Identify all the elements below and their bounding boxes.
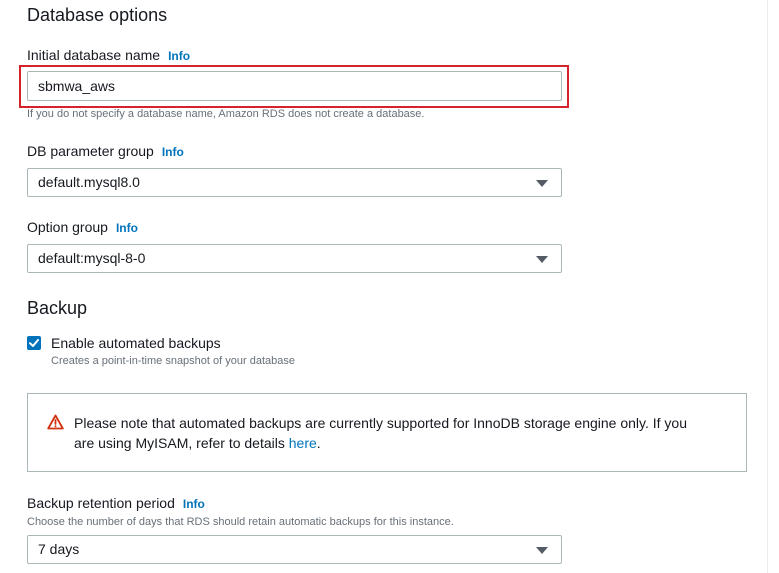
option-group-value: default:mysql-8-0 bbox=[38, 250, 146, 266]
backup-retention-label-text: Backup retention period bbox=[27, 495, 175, 511]
backup-retention-hint: Choose the number of days that RDS shoul… bbox=[27, 516, 454, 528]
option-group-info-link[interactable]: Info bbox=[116, 221, 138, 235]
enable-automated-backups-description: Creates a point-in-time snapshot of your… bbox=[51, 355, 295, 367]
backup-retention-info-link[interactable]: Info bbox=[183, 497, 205, 511]
alert-line-2-prefix: are using MyISAM, refer to details bbox=[74, 435, 289, 451]
initial-db-name-info-link[interactable]: Info bbox=[168, 49, 190, 63]
backup-retention-value: 7 days bbox=[38, 541, 80, 557]
section-title-backup: Backup bbox=[27, 298, 88, 318]
alert-line-1: Please note that automated backups are c… bbox=[74, 415, 688, 431]
innodb-warning-alert: Please note that automated backups are c… bbox=[27, 393, 747, 472]
option-group-label: Option group Info bbox=[27, 219, 138, 235]
option-group-select[interactable]: default:mysql-8-0 bbox=[27, 244, 562, 273]
initial-db-name-label-text: Initial database name bbox=[27, 47, 161, 63]
initial-db-name-hint: If you do not specify a database name, A… bbox=[27, 108, 425, 120]
backup-retention-select[interactable]: 7 days bbox=[27, 535, 562, 564]
enable-automated-backups-label[interactable]: Enable automated backups bbox=[51, 335, 221, 351]
backup-retention-label: Backup retention period Info bbox=[27, 495, 205, 511]
initial-db-name-input[interactable] bbox=[28, 72, 561, 100]
checkmark-icon bbox=[29, 339, 39, 347]
warning-icon bbox=[47, 414, 64, 435]
alert-line-2-suffix: . bbox=[316, 435, 321, 451]
db-parameter-group-label-text: DB parameter group bbox=[27, 143, 154, 159]
db-parameter-group-select[interactable]: default.mysql8.0 bbox=[27, 168, 562, 197]
enable-automated-backups-checkbox[interactable] bbox=[27, 336, 41, 350]
panel-edge bbox=[767, 0, 768, 573]
caret-down-icon bbox=[536, 256, 548, 263]
db-parameter-group-label: DB parameter group Info bbox=[27, 143, 184, 159]
alert-line-2: are using MyISAM, refer to details here. bbox=[74, 433, 321, 453]
option-group-label-text: Option group bbox=[27, 219, 108, 235]
initial-db-name-field[interactable] bbox=[27, 71, 562, 101]
alert-here-link[interactable]: here bbox=[289, 435, 317, 451]
section-title-database-options: Database options bbox=[27, 5, 168, 25]
db-parameter-group-value: default.mysql8.0 bbox=[38, 174, 140, 190]
caret-down-icon bbox=[536, 180, 548, 187]
caret-down-icon bbox=[536, 547, 548, 554]
db-parameter-group-info-link[interactable]: Info bbox=[162, 145, 184, 159]
initial-db-name-label: Initial database name Info bbox=[27, 47, 190, 63]
